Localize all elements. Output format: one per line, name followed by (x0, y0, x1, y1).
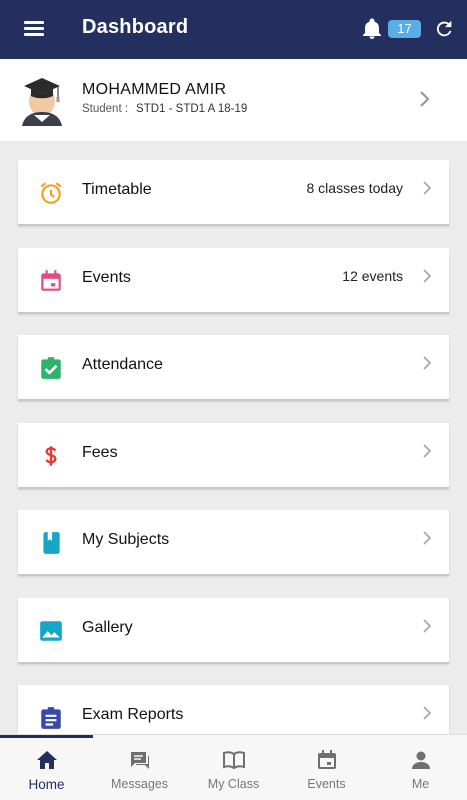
nav-label: My Class (207, 777, 260, 791)
menu-item-events[interactable]: Events 12 events (18, 248, 449, 314)
messages-icon (131, 752, 149, 769)
nav-messages[interactable]: Messages (93, 735, 186, 800)
nav-label: Me (411, 777, 430, 791)
menu-item-fees[interactable]: Fees (18, 423, 449, 489)
menu-item-label: Exam Reports (82, 706, 184, 723)
menu-item-timetable[interactable]: Timetable 8 classes today (18, 160, 449, 226)
clipboard-check-icon (41, 357, 61, 379)
chevron-right-icon (423, 181, 432, 195)
nav-label: Home (28, 777, 65, 792)
student-class-info: Student : STD1 - STD1 A 18-19 (82, 103, 247, 115)
image-icon (40, 621, 62, 641)
class-info: STD1 - STD1 A 18-19 (136, 103, 248, 115)
chevron-right-icon (423, 356, 432, 370)
menu-item-label: Attendance (82, 356, 163, 373)
app-bar: Dashboard 17 (0, 0, 467, 59)
menu-item-info: 12 events (342, 268, 403, 284)
calendar-icon (318, 750, 336, 769)
notification-badge[interactable]: 17 (388, 20, 421, 38)
chevron-right-icon (423, 619, 432, 633)
menu-item-label: Timetable (82, 181, 152, 198)
menu-item-attendance[interactable]: Attendance (18, 335, 449, 401)
book-icon (43, 532, 60, 554)
bell-icon[interactable] (360, 17, 384, 41)
menu-item-info: 8 classes today (306, 180, 404, 196)
nav-events[interactable]: Events (280, 735, 373, 800)
person-icon (412, 751, 430, 769)
nav-me[interactable]: Me (374, 735, 467, 800)
alarm-clock-icon (40, 182, 62, 204)
menu-item-label: Events (82, 269, 131, 286)
open-book-icon (223, 751, 245, 770)
chevron-right-icon (423, 444, 432, 458)
menu-item-gallery[interactable]: Gallery (18, 598, 449, 664)
menu-item-my-subjects[interactable]: My Subjects (18, 510, 449, 576)
avatar (22, 78, 62, 126)
dollar-icon (45, 446, 57, 466)
home-icon (37, 751, 57, 769)
nav-home[interactable]: Home (0, 735, 93, 800)
chevron-right-icon (423, 531, 432, 545)
nav-label: Events (307, 777, 346, 791)
nav-my-class[interactable]: My Class (187, 735, 280, 800)
refresh-icon[interactable] (433, 18, 455, 40)
nav-label: Messages (111, 777, 168, 791)
bottom-navigation: Home Messages My Class Events Me (0, 734, 467, 800)
page-title: Dashboard (82, 16, 189, 38)
menu-item-label: Gallery (82, 619, 133, 636)
student-name: MOHAMMED AMIR (82, 81, 227, 98)
hamburger-menu-icon[interactable] (24, 18, 48, 40)
calendar-icon (41, 270, 61, 291)
menu-item-label: Fees (82, 444, 118, 461)
role-label: Student : (82, 103, 129, 115)
chevron-right-icon (423, 269, 432, 283)
chevron-right-icon (423, 706, 432, 720)
chevron-right-icon (420, 91, 430, 107)
report-icon (41, 707, 61, 729)
menu-item-label: My Subjects (82, 531, 170, 548)
profile-card[interactable]: MOHAMMED AMIR Student : STD1 - STD1 A 18-… (0, 59, 467, 141)
